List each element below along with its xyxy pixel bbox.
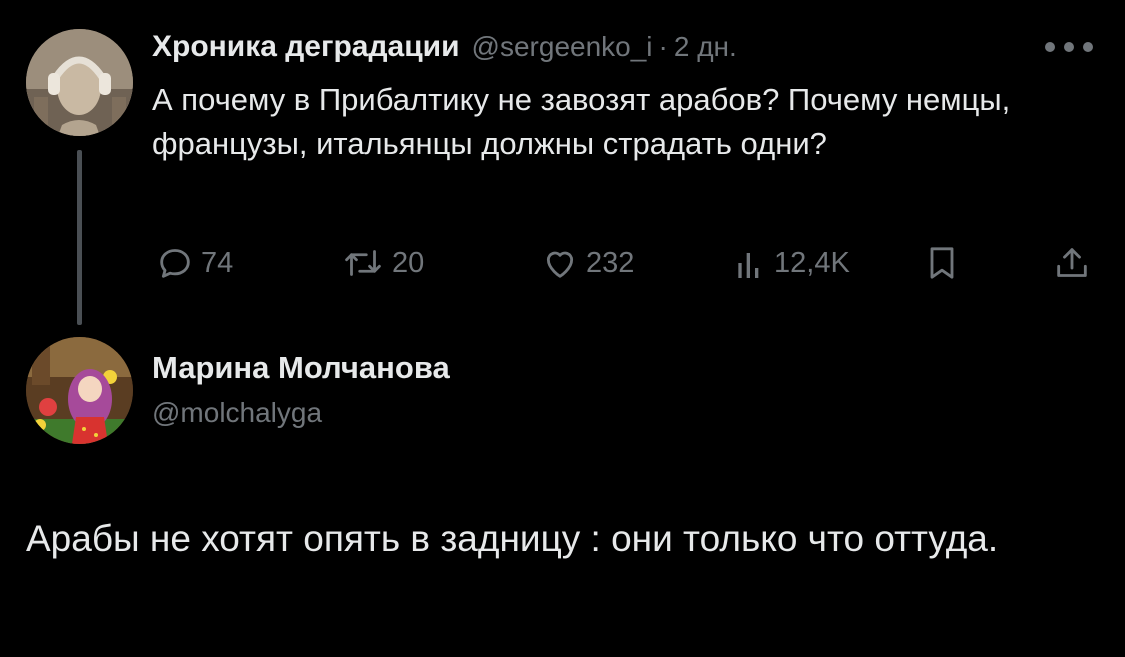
views-icon — [732, 243, 768, 283]
thread-line — [77, 150, 82, 325]
tweet2-text: Арабы не хотят опять в задницу : они тол… — [26, 518, 999, 559]
tweet1-handle[interactable]: @sergeenko_i — [472, 31, 653, 63]
share-icon — [1052, 243, 1092, 283]
avatar-sergeenko[interactable] — [26, 29, 133, 136]
bookmark-icon — [922, 243, 962, 283]
reply-count: 74 — [201, 246, 234, 279]
tweet1-actions: 74 20 232 12,4K — [0, 243, 1125, 283]
tweet1-header: Хроника деградации @sergeenko_i · 2 дн. — [152, 30, 737, 70]
bookmark-button[interactable] — [922, 243, 962, 283]
tweet1-time[interactable]: 2 дн. — [674, 31, 737, 63]
heart-icon — [540, 243, 580, 283]
views-count: 12,4K — [774, 246, 850, 279]
share-button[interactable] — [1052, 243, 1092, 283]
tweet2-handle[interactable]: @molchalyga — [152, 397, 322, 429]
reply-icon — [155, 243, 195, 283]
tweet1-text: А почему в Прибалтику не завозят арабов?… — [152, 82, 1011, 161]
avatar-molchalyga[interactable] — [26, 337, 133, 444]
reply-button[interactable]: 74 — [155, 243, 233, 283]
tweet2-author-name[interactable]: Марина Молчанова — [152, 350, 450, 386]
tweet1-separator: · — [658, 31, 668, 62]
repost-count: 20 — [392, 246, 425, 279]
views-button[interactable]: 12,4K — [732, 243, 850, 283]
repost-icon — [340, 243, 386, 283]
like-button[interactable]: 232 — [540, 243, 634, 283]
more-horizontal-icon[interactable] — [1045, 40, 1093, 54]
tweet1-author-name[interactable]: Хроника деградации — [152, 30, 460, 64]
like-count: 232 — [586, 246, 635, 279]
repost-button[interactable]: 20 — [340, 243, 424, 283]
